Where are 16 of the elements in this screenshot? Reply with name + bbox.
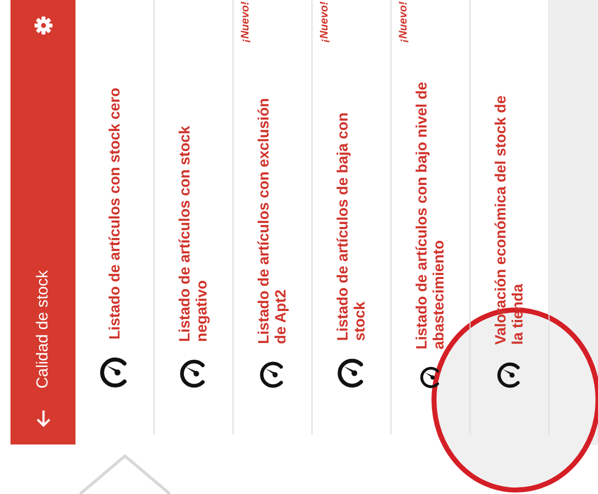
triangle-outline-icon: [78, 454, 172, 494]
list-item[interactable]: Listado de artículos de baja con stock ¡Nuevo!: [312, 0, 391, 434]
item-label: Listado de artículos con bajo nivel de abastecimiento: [413, 80, 447, 350]
list-item[interactable]: Listado de artículos con stock negativo: [154, 0, 233, 434]
list-item[interactable]: Listado de artículos con stock cero: [75, 0, 154, 434]
item-label: Listado de artículos con stock negativo: [176, 124, 210, 342]
header-title: Calidad de stock: [32, 269, 52, 388]
list-item[interactable]: Listado de artículos con bajo nivel de abastecimiento ¡Nuevo!: [391, 0, 470, 434]
list-item[interactable]: Listado de artículos con exclusión de Apt2 ¡Nuevo!: [233, 0, 312, 434]
item-label: Listado de artículos de baja con stock: [334, 111, 368, 341]
new-label: ¡Nuevo!: [317, 2, 331, 42]
item-label: Listado de artículos con stock cero: [106, 88, 122, 340]
new-label: ¡Nuevo!: [396, 2, 410, 42]
settings-icon[interactable]: [32, 16, 52, 36]
item-label: Listado de artículos con exclusión de Apt2: [255, 97, 289, 344]
new-label: ¡Nuevo!: [238, 2, 252, 42]
